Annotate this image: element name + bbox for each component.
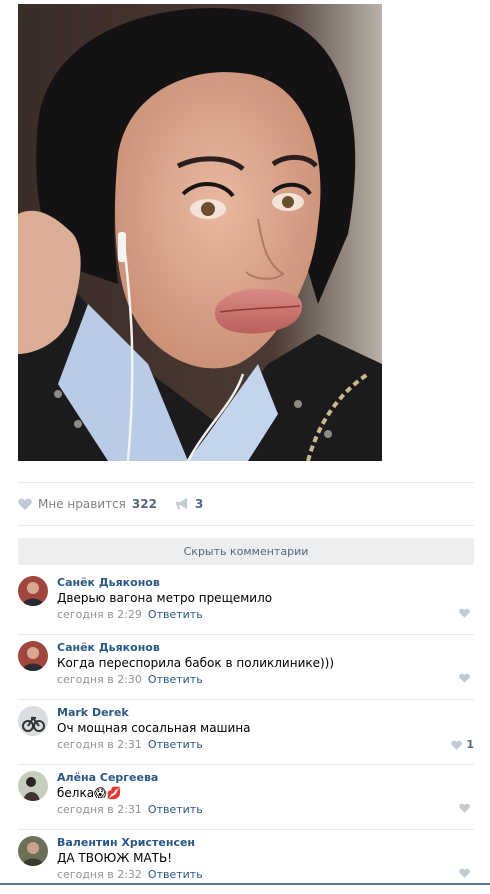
comment-item: Санёк Дьяконов Дверью вагона метро преще… (18, 570, 474, 635)
avatar[interactable] (18, 706, 48, 736)
comment-author[interactable]: Валентин Христенсен (57, 836, 195, 849)
avatar-image (18, 576, 48, 606)
comment-time[interactable]: сегодня в 2:31 (57, 738, 142, 751)
comment-meta: сегодня в 2:32 Ответить (57, 868, 203, 881)
like-button[interactable]: Мне нравится 322 (18, 497, 157, 511)
share-count: 3 (194, 497, 204, 511)
heart-icon (459, 608, 470, 618)
comments-list: Санёк Дьяконов Дверью вагона метро преще… (18, 570, 474, 894)
comment-like-button[interactable] (459, 868, 474, 878)
comment-text: Дверью вагона метро прещемило (57, 591, 273, 605)
avatar[interactable] (18, 641, 48, 671)
comment-like-button[interactable] (459, 673, 474, 683)
comment-meta: сегодня в 2:31 Ответить (57, 738, 203, 751)
reply-link[interactable]: Ответить (148, 673, 203, 686)
comment-text: Оч мощная сосальная машина (57, 721, 251, 735)
heart-icon (459, 673, 470, 683)
comment-item: Санёк Дьяконов Когда переспорила бабок в… (18, 635, 474, 700)
comment-author[interactable]: Санёк Дьяконов (57, 576, 160, 589)
share-button[interactable]: 3 (175, 497, 203, 511)
comment-text: белка😱💋 (57, 786, 122, 800)
comment-meta: сегодня в 2:30 Ответить (57, 673, 203, 686)
like-count: 322 (131, 497, 157, 511)
comment-time[interactable]: сегодня в 2:32 (57, 868, 142, 881)
comment-item: Mark Derek Оч мощная сосальная машина се… (18, 700, 474, 765)
avatar[interactable] (18, 771, 48, 801)
megaphone-icon (175, 498, 187, 509)
comment-time[interactable]: сегодня в 2:29 (57, 608, 142, 621)
reply-link[interactable]: Ответить (148, 608, 203, 621)
reply-link[interactable]: Ответить (148, 738, 203, 751)
avatar-image (18, 771, 48, 801)
avatar-image (18, 836, 48, 866)
comment-text: ДА ТВОЮЖ МАТЬ! (57, 851, 173, 865)
like-label: Мне нравится (38, 497, 126, 511)
comment-time[interactable]: сегодня в 2:30 (57, 673, 142, 686)
avatar[interactable] (18, 576, 48, 606)
avatar[interactable] (18, 836, 48, 866)
comment-meta: сегодня в 2:31 Ответить (57, 803, 203, 816)
reply-link[interactable]: Ответить (148, 803, 203, 816)
comment-text: Когда переспорила бабок в поликлинике))) (57, 656, 335, 670)
heart-icon (18, 498, 32, 510)
comment-item: Алёна Сергеева белка😱💋 сегодня в 2:31 Отв… (18, 765, 474, 830)
heart-icon (459, 868, 470, 878)
comment-time[interactable]: сегодня в 2:31 (57, 803, 142, 816)
comment-author[interactable]: Mark Derek (57, 706, 129, 719)
selfie-photo-image (18, 4, 382, 461)
avatar-image (18, 641, 48, 671)
comment-author[interactable]: Санёк Дьяконов (57, 641, 160, 654)
comment-like-button[interactable] (459, 608, 474, 618)
comment-author[interactable]: Алёна Сергеева (57, 771, 158, 784)
post-actions-bar: Мне нравится 322 3 (18, 482, 474, 526)
comment-like-button[interactable]: 1 (451, 738, 474, 751)
heart-icon (451, 740, 463, 750)
comment-meta: сегодня в 2:29 Ответить (57, 608, 203, 621)
post-photo[interactable] (18, 4, 382, 461)
hide-comments-button[interactable]: Скрыть комментарии (18, 538, 474, 565)
heart-icon (459, 803, 470, 813)
comment-like-count: 1 (466, 738, 474, 751)
comment-like-button[interactable] (459, 803, 474, 813)
avatar-image (18, 706, 48, 736)
reply-link[interactable]: Ответить (148, 868, 203, 881)
